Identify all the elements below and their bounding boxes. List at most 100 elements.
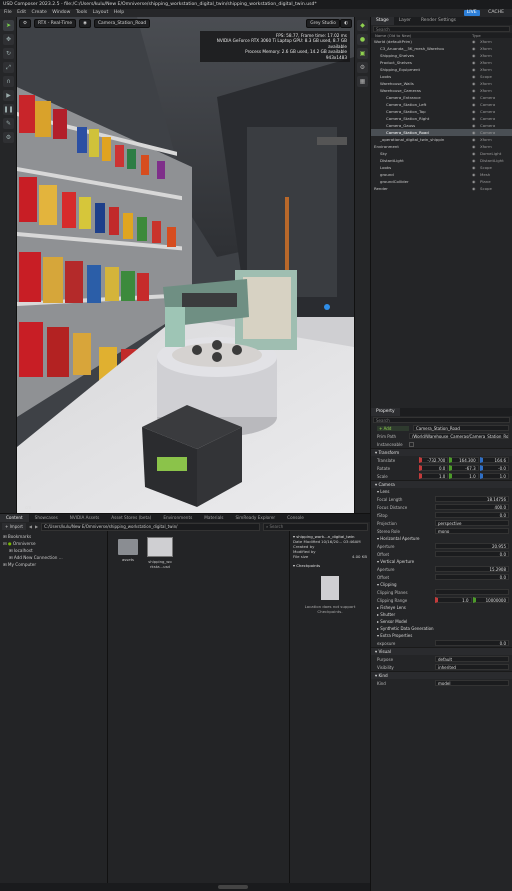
rotate-z[interactable]: -0.0 (479, 465, 509, 471)
translate-y[interactable]: 164.300 (449, 457, 479, 463)
eye-icon[interactable]: ◉ (472, 143, 480, 150)
tab-materials[interactable]: Materials (198, 514, 229, 522)
stage-tree-row[interactable]: World (defaultPrim) ◉ Xform (371, 38, 512, 45)
scale-y[interactable]: 1.0 (449, 473, 479, 479)
add-button[interactable]: + Add (377, 425, 409, 431)
stage-tree-row[interactable]: Camera_Station_Road ◉ Camera (371, 129, 512, 136)
stage-tree-row[interactable]: Camera_Entrance ◉ Camera (371, 94, 512, 101)
tab-showcases[interactable]: Showcases (29, 514, 64, 522)
stage-tree-row[interactable]: Warehouse_Cameras ◉ Xform (371, 87, 512, 94)
eye-icon[interactable]: ◉ (472, 122, 480, 129)
path-field[interactable]: C:/Users/kulu/New E/Omniverse/shipping_w… (41, 522, 260, 531)
menu-help[interactable]: Help (114, 10, 124, 15)
rotate-x[interactable]: 0.0 (419, 465, 449, 471)
menu-layout[interactable]: Layout (93, 10, 109, 15)
tree-add-connection[interactable]: ⊞ Add New Connection ... (3, 554, 104, 561)
v-aperture-field[interactable]: 15.2908 (435, 566, 509, 572)
stage-tree-row[interactable]: ground ◉ Mesh (371, 171, 512, 178)
lighting-button[interactable]: Grey Studio (306, 19, 340, 28)
grid-icon[interactable]: ▦ (357, 76, 368, 87)
menu-tools[interactable]: Tools (76, 10, 87, 15)
capture-icon[interactable]: ▣ (357, 48, 368, 59)
paint-icon[interactable]: ✎ (3, 118, 14, 129)
scale-x[interactable]: 1.0 (419, 473, 449, 479)
scale-tool-icon[interactable]: ⤢ (3, 62, 14, 73)
projection-dropdown[interactable]: perspective (435, 520, 509, 526)
eye-icon[interactable]: ◉ (472, 136, 480, 143)
prim-path-field[interactable]: /World/Warehouse_Cameras/Camera_Station_… (409, 433, 509, 439)
content-search-input[interactable]: ⌕ Search (263, 522, 368, 531)
subsection-vertical-aperture[interactable]: ▾ Vertical Aperture (371, 558, 512, 565)
section-camera[interactable]: ▾ Camera (371, 480, 512, 488)
eye-icon[interactable]: ◉ (472, 150, 480, 157)
record-icon[interactable]: ● (357, 34, 368, 45)
eye-icon[interactable]: ◉ (472, 87, 480, 94)
subsection-fisheye[interactable]: ▸ Fisheye Lens (371, 604, 512, 611)
menu-edit[interactable]: Edit (17, 10, 26, 15)
eye-icon[interactable]: ◉ (472, 171, 480, 178)
property-search-input[interactable]: Search (373, 417, 510, 423)
file-item[interactable]: shipping_wo rksta...usd (146, 537, 174, 569)
play-icon[interactable]: ▶ (3, 90, 14, 101)
stage-tree-row[interactable]: Render ◉ Scope (371, 185, 512, 192)
eye-icon[interactable]: ◉ (472, 157, 480, 164)
viewport-settings-button[interactable]: ⚙ (19, 19, 31, 28)
tree-omniverse[interactable]: ⊟ ● Omniverse (3, 540, 104, 547)
subsection-shutter[interactable]: ▸ Shutter (371, 611, 512, 618)
stage-tree-row[interactable]: Sky ◉ DomeLight (371, 150, 512, 157)
subsection-lens[interactable]: ▾ Lens (371, 488, 512, 495)
eye-icon[interactable]: ◉ (472, 101, 480, 108)
tree-my-computer[interactable]: ⊞ My Computer (3, 561, 104, 568)
tab-asset-stores[interactable]: Asset Stores (beta) (105, 514, 157, 522)
eye-icon[interactable]: ◉ (472, 59, 480, 66)
nvidia-icon[interactable]: ◆ (357, 20, 368, 31)
location-marker-icon[interactable] (324, 304, 330, 310)
eye-icon[interactable]: ◉ (472, 38, 480, 45)
tree-localhost[interactable]: ⊞ localhost (3, 547, 104, 554)
eye-icon[interactable]: ◉ (472, 52, 480, 59)
section-kind[interactable]: ▾ Kind (371, 671, 512, 679)
snap-icon[interactable]: ∩ (3, 76, 14, 87)
eye-icon[interactable]: ◉ (472, 94, 480, 101)
tab-console[interactable]: Console (281, 514, 310, 522)
tree-bookmarks[interactable]: ⊞ Bookmarks (3, 533, 104, 540)
camera-toggle-button[interactable]: ◉ (79, 19, 91, 28)
select-tool-icon[interactable]: ➤ (3, 20, 14, 31)
eye-icon[interactable]: ◉ (472, 108, 480, 115)
eye-icon[interactable]: ◉ (472, 115, 480, 122)
cache-label[interactable]: CACHE (488, 10, 504, 15)
exposure-field[interactable]: 0.0 (435, 640, 509, 646)
tab-content[interactable]: Content (0, 514, 29, 522)
eye-icon[interactable]: ◉ (472, 80, 480, 87)
eye-icon[interactable]: ◉ (472, 73, 480, 80)
checkpoints-section[interactable]: ▾ Checkpoints (293, 563, 367, 568)
translate-x[interactable]: -732.700 (419, 457, 449, 463)
eye-icon[interactable]: ◉ (472, 178, 480, 185)
settings-tool-icon[interactable]: ⚙ (3, 132, 14, 143)
tab-nvidia-assets[interactable]: NVIDIA Assets (64, 514, 106, 522)
stage-tree-row[interactable]: Shipping_Equipment ◉ Xform (371, 66, 512, 73)
kind-dropdown[interactable]: model (435, 680, 509, 686)
eye-icon[interactable]: ◉ (472, 185, 480, 192)
menu-window[interactable]: Window (52, 10, 70, 15)
live-button[interactable]: LIVE (463, 10, 480, 16)
stage-tree-row[interactable]: Camera_Station_Left ◉ Camera (371, 101, 512, 108)
purpose-dropdown[interactable]: default (435, 656, 509, 662)
stage-tree-row[interactable]: Shipping_Shelves ◉ Xform (371, 52, 512, 59)
stage-tree-row[interactable]: Looks ◉ Scope (371, 164, 512, 171)
camera-select-button[interactable]: Camera_Station_Road (93, 19, 151, 28)
horizontal-scrollbar[interactable] (218, 885, 248, 889)
section-visual[interactable]: ▾ Visual (371, 647, 512, 655)
stage-tree-row[interactable]: _operational_digital_twin_shippin ◉ Xform (371, 136, 512, 143)
subsection-synthetic-data[interactable]: ▸ Synthetic Data Generation (371, 625, 512, 632)
stage-tree-row[interactable]: Product_Shelves ◉ Xform (371, 59, 512, 66)
eye-icon[interactable]: ◉ (472, 66, 480, 73)
file-item[interactable]: assets (116, 539, 140, 562)
tab-stage[interactable]: Stage (371, 17, 394, 25)
subsection-horizontal-aperture[interactable]: ▾ Horizontal Aperture (371, 535, 512, 542)
stage-tree-row[interactable]: groundCollider ◉ Plane (371, 178, 512, 185)
tab-simready[interactable]: SimReady Explorer (229, 514, 281, 522)
subsection-sensor-model[interactable]: ▸ Sensor Model (371, 618, 512, 625)
tab-environments[interactable]: Environments (157, 514, 198, 522)
translate-z[interactable]: 164.6 (479, 457, 509, 463)
